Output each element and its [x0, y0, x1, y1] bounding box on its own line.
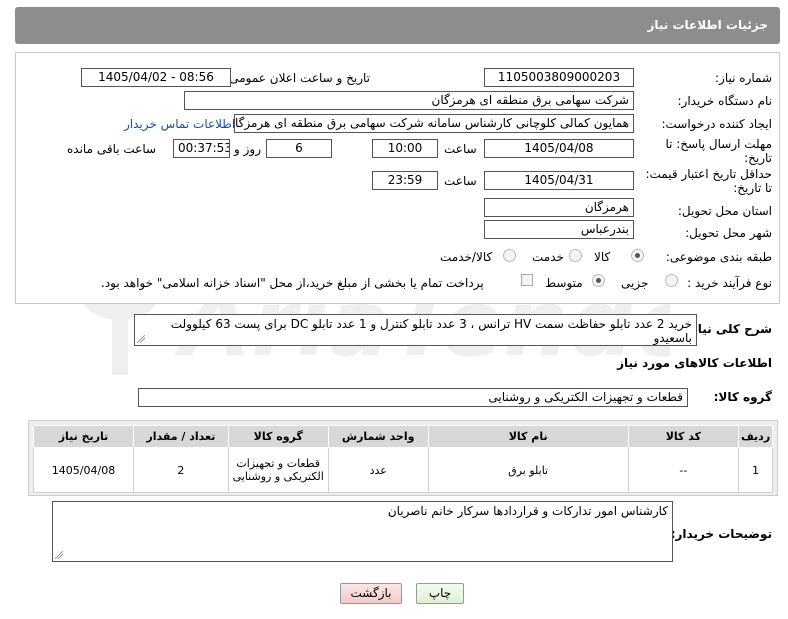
- need-number-label: شماره نیاز:: [715, 71, 772, 85]
- col-group-header: گروه کالا: [227, 425, 329, 448]
- buyer-org-field[interactable]: شرکت سهامی برق منطقه ای هرمزگان: [184, 91, 634, 110]
- need-number-field[interactable]: 1105003809000203: [484, 68, 634, 87]
- creator-label: ایجاد کننده درخواست:: [661, 117, 772, 131]
- cell-code: --: [627, 447, 740, 493]
- province-field[interactable]: هرمزگان: [484, 198, 634, 217]
- process-label: نوع فرآیند خرید :: [687, 276, 772, 290]
- cell-unit: عدد: [327, 447, 429, 493]
- remaining-time-label: ساعت باقی مانده: [67, 142, 157, 156]
- resize-grip-icon[interactable]: [137, 335, 145, 343]
- days-label: روز و: [234, 142, 261, 156]
- reply-time-label: ساعت: [444, 142, 477, 156]
- category-option-goods: کالا: [594, 250, 611, 264]
- process-option-medium: متوسط: [545, 276, 583, 290]
- col-row-header: ردیف: [738, 425, 773, 448]
- process-radio-medium[interactable]: [592, 274, 605, 287]
- goods-info-title: اطلاعات کالاهای مورد نیاز: [617, 356, 772, 370]
- process-radio-minor[interactable]: [665, 274, 678, 287]
- creator-field[interactable]: همایون کمالی کلوچانی کارشناس سامانه شرکت…: [234, 114, 634, 133]
- price-validity-time-label: ساعت: [444, 174, 477, 188]
- reply-deadline-label: مهلت ارسال پاسخ: تا: [665, 137, 772, 151]
- need-summary-text: خرید 2 عدد تابلو حفاظت سمت HV ترانس ، 3 …: [170, 317, 692, 345]
- category-radio-service[interactable]: [569, 249, 582, 262]
- cell-row: 1: [738, 447, 773, 493]
- process-option-minor: جزیی: [621, 276, 649, 290]
- cell-group: قطعات و تجهیزات الکتریکی و روشنایی: [227, 447, 329, 493]
- category-option-service: خدمت: [532, 250, 564, 264]
- items-table: ردیف کد کالا نام کالا واحد شمارش گروه کا…: [32, 425, 773, 493]
- price-validity-label: حداقل تاریخ اعتبار قیمت:: [645, 167, 772, 181]
- buyer-org-label: نام دستگاه خریدار:: [677, 94, 773, 108]
- price-validity-date-field[interactable]: 1405/04/31: [484, 171, 634, 190]
- col-date-header: تاریخ نیاز: [32, 425, 135, 448]
- buyer-notes-text: کارشناس امور تدارکات و قراردادها سرکار خ…: [387, 504, 668, 518]
- remaining-days-field[interactable]: 6: [266, 139, 332, 158]
- back-button[interactable]: بازگشت: [340, 583, 402, 604]
- col-unit-header: واحد شمارش: [327, 425, 429, 448]
- page-header: جزئیات اطلاعات نیاز: [15, 7, 780, 44]
- cell-date: 1405/04/08: [32, 447, 135, 493]
- buyer-notes-label: توضیحات خریدار:: [670, 527, 772, 541]
- announce-datetime-label: تاریخ و ساعت اعلان عمومی:: [225, 71, 370, 85]
- category-radio-goods-service[interactable]: [503, 249, 516, 262]
- col-name-header: نام کالا: [427, 425, 629, 448]
- reply-deadline-time-field[interactable]: 10:00: [372, 139, 438, 158]
- remaining-time-field[interactable]: 00:37:53: [173, 139, 230, 158]
- city-field[interactable]: بندرعباس: [484, 220, 634, 239]
- need-summary-label: شرح کلی نیاز:: [686, 322, 772, 336]
- city-label: شهر محل تحویل:: [685, 226, 772, 240]
- print-button[interactable]: چاپ: [416, 583, 464, 604]
- col-qty-header: تعداد / مقدار: [133, 425, 229, 448]
- price-validity-label-2: تا تاریخ:: [733, 181, 772, 195]
- goods-group-field[interactable]: قطعات و تجهیزات الکتریکی و روشنایی: [138, 388, 688, 407]
- page-title: جزئیات اطلاعات نیاز: [647, 18, 768, 32]
- col-code-header: کد کالا: [627, 425, 740, 448]
- category-label: طبقه بندی موضوعی:: [665, 250, 772, 264]
- items-table-header: ردیف کد کالا نام کالا واحد شمارش گروه کا…: [32, 425, 773, 448]
- province-label: استان محل تحویل:: [677, 204, 772, 218]
- buyer-contact-link[interactable]: اطلاعات تماس خریدار: [124, 117, 235, 131]
- goods-group-label: گروه کالا:: [713, 390, 772, 404]
- need-summary-field[interactable]: خرید 2 عدد تابلو حفاظت سمت HV ترانس ، 3 …: [134, 314, 697, 346]
- reply-deadline-date-field[interactable]: 1405/04/08: [484, 139, 634, 158]
- reply-deadline-label-2: تاریخ:: [744, 151, 772, 165]
- buyer-notes-field[interactable]: کارشناس امور تدارکات و قراردادها سرکار خ…: [52, 501, 673, 562]
- treasury-payment-checkbox[interactable]: [521, 274, 533, 286]
- category-radio-goods[interactable]: [631, 249, 644, 262]
- price-validity-time-field[interactable]: 23:59: [372, 171, 438, 190]
- resize-grip-icon[interactable]: [55, 551, 63, 559]
- cell-qty: 2: [133, 447, 229, 493]
- treasury-payment-note: پرداخت تمام یا بخشی از مبلغ خرید،از محل …: [101, 276, 484, 290]
- cell-name: تابلو برق: [427, 447, 629, 493]
- announce-datetime-field[interactable]: 1405/04/02 - 08:56: [81, 68, 231, 87]
- table-row[interactable]: 1 -- تابلو برق عدد قطعات و تجهیزات الکتر…: [32, 447, 773, 493]
- category-option-goods-service: کالا/خدمت: [440, 250, 493, 264]
